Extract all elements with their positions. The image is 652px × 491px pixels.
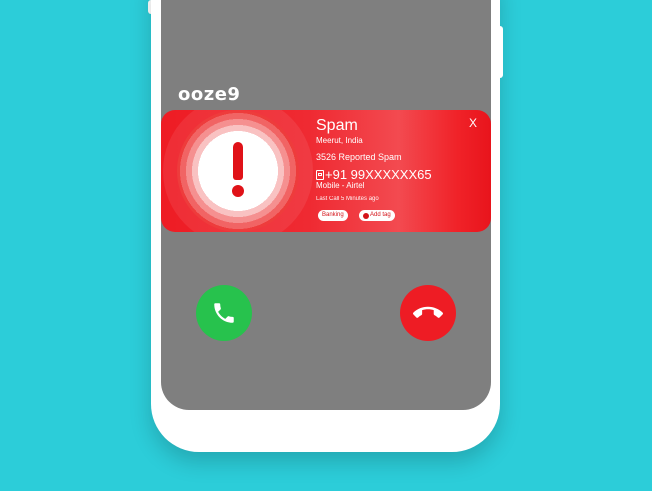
tag-banking[interactable]: Banking <box>318 210 348 221</box>
caller-carrier: Mobile - Airtel <box>316 181 365 190</box>
tag-label: Banking <box>322 212 344 218</box>
phone-hangup-icon <box>413 306 443 318</box>
exclamation-icon <box>229 140 247 202</box>
last-call-time: Last Call 5 Minutes ago <box>316 196 379 202</box>
add-tag-button[interactable]: Add tag <box>359 210 395 221</box>
caller-label: Spam <box>316 117 358 134</box>
add-tag-label: Add tag <box>370 212 391 218</box>
spam-caller-card: Spam Meerut, India 3526 Reported Spam +9… <box>161 110 491 232</box>
caller-number: +91 99XXXXXX65 <box>325 167 432 182</box>
phone-icon <box>214 303 234 323</box>
add-icon <box>363 212 369 219</box>
brand-logo: ooze9 <box>178 84 241 105</box>
phone-side-button-right <box>498 26 503 78</box>
accept-call-button[interactable] <box>196 285 252 341</box>
caller-location: Meerut, India <box>316 136 363 145</box>
decline-call-button[interactable] <box>400 285 456 341</box>
caller-number-row: +91 99XXXXXX65 <box>316 167 432 182</box>
close-button[interactable]: X <box>469 116 477 130</box>
spam-report-count: 3526 Reported Spam <box>316 152 402 162</box>
sim-icon <box>316 169 324 180</box>
